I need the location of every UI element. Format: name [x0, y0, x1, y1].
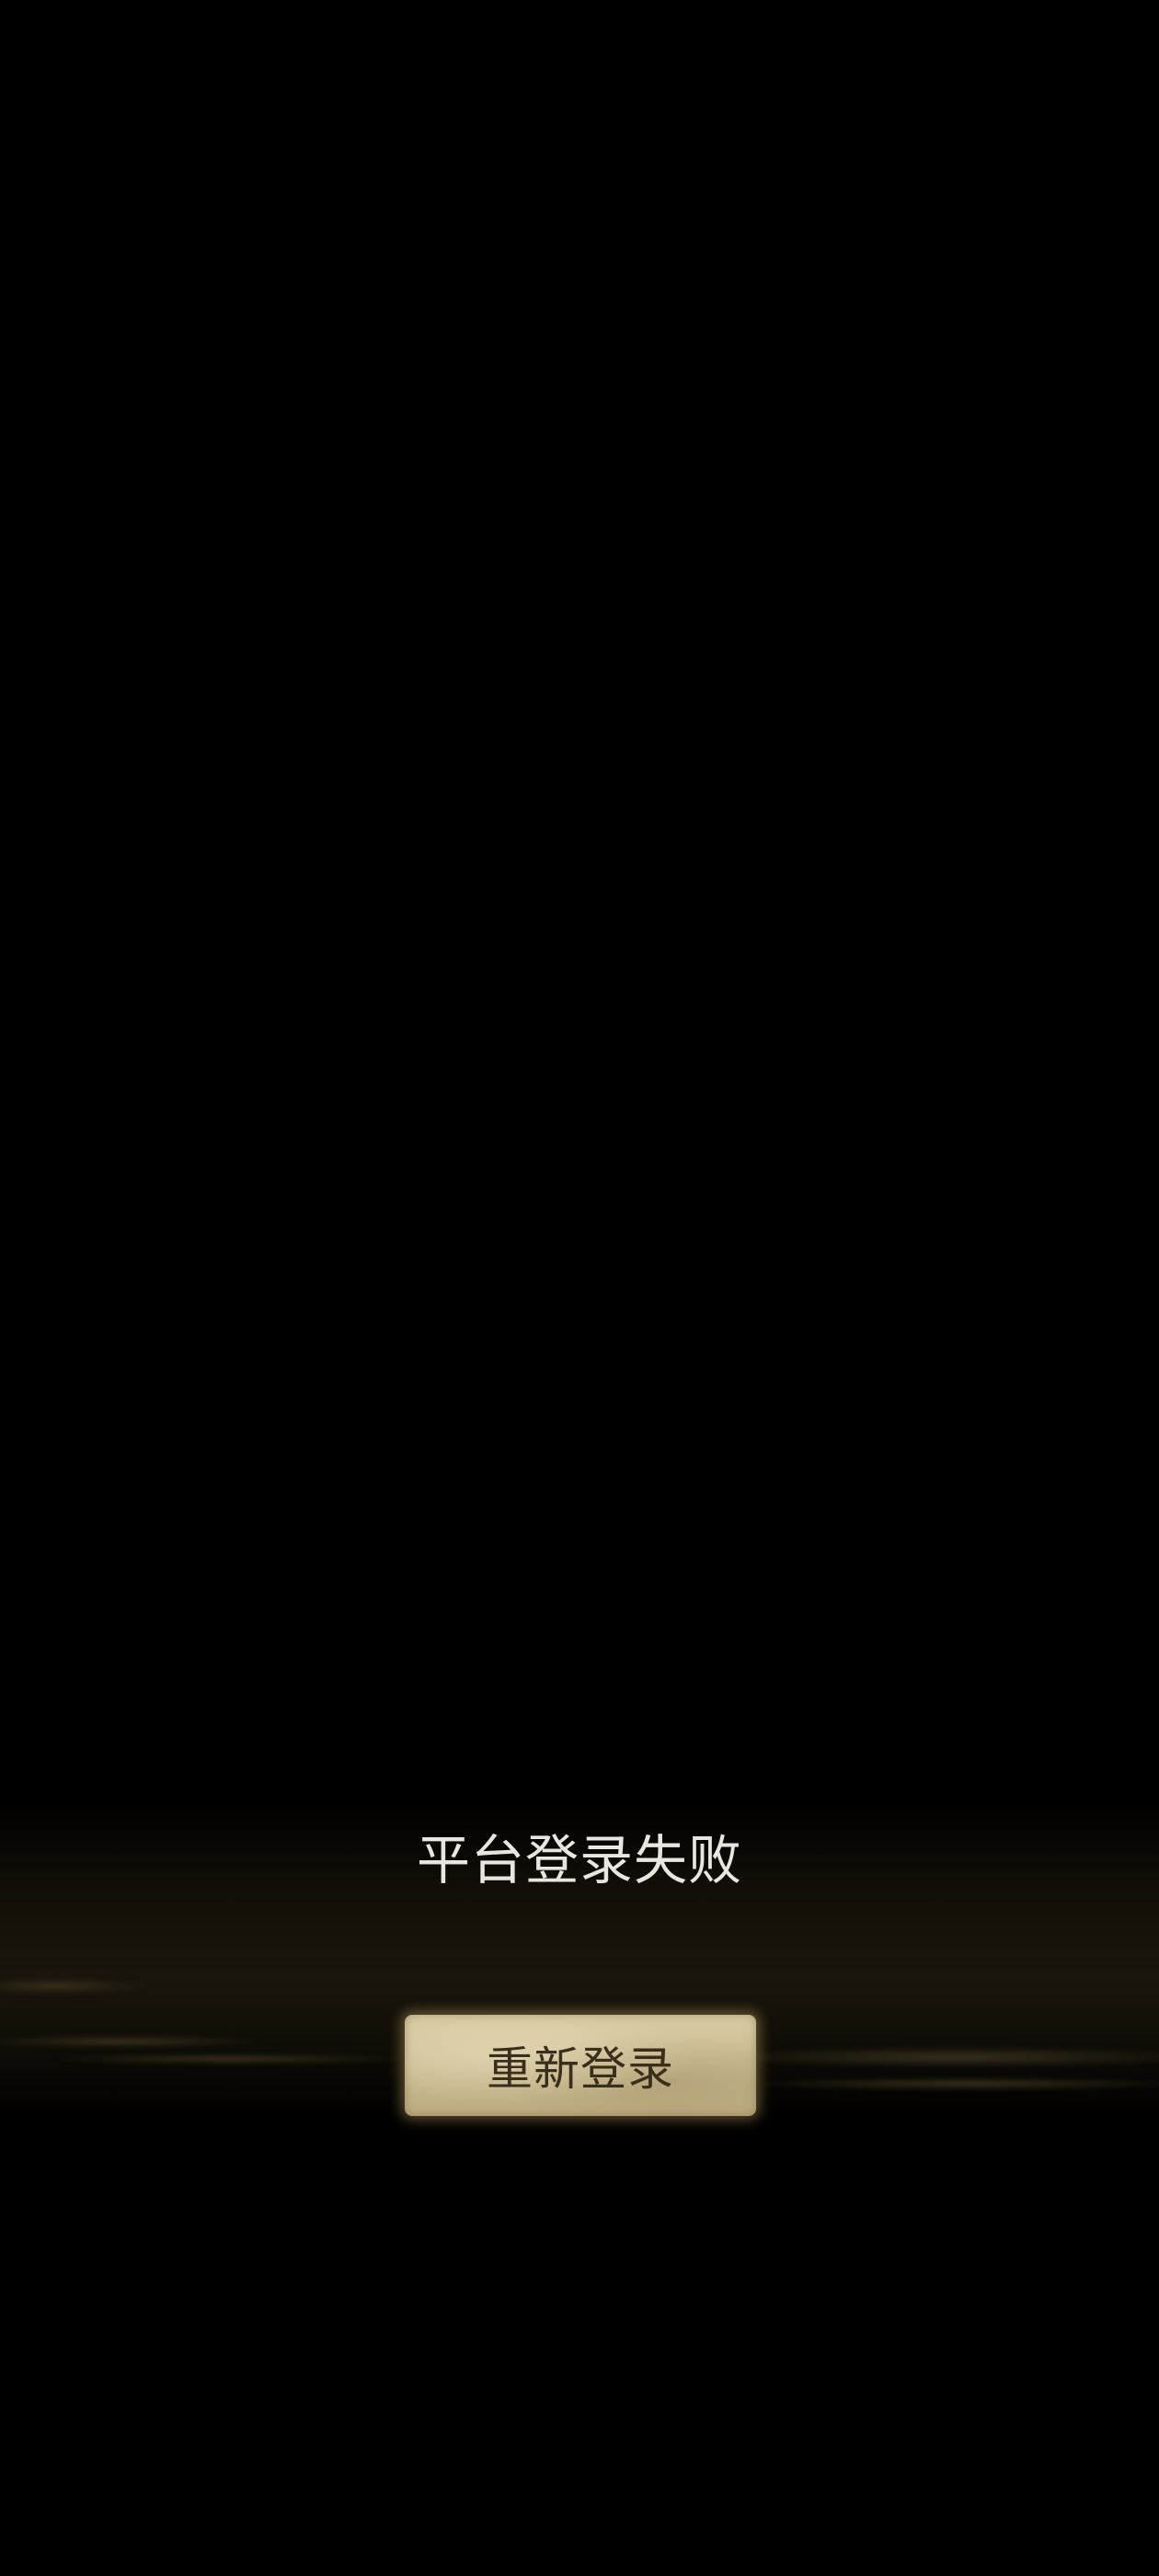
brushstroke-decoration — [55, 2053, 405, 2064]
login-failed-screen: 平台登录失败 重新登录 — [0, 0, 1159, 2576]
relogin-button-label: 重新登录 — [487, 2042, 674, 2096]
brushstroke-decoration — [754, 2077, 1159, 2090]
relogin-button[interactable]: 重新登录 — [405, 2015, 756, 2116]
login-failed-message: 平台登录失败 — [416, 1829, 742, 1892]
